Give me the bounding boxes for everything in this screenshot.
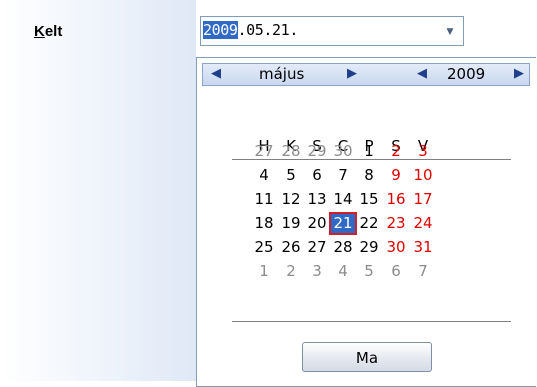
calendar-day[interactable]: 30	[384, 238, 408, 257]
calendar-day[interactable]: 22	[357, 214, 381, 233]
calendar-day[interactable]: 29	[357, 238, 381, 257]
calendar-popup: ◀ május ▶ ◀ 2009 ▶ HKSCPSV 27 28 29 30 1 2 3 4 5…	[196, 57, 536, 387]
calendar-nav-bar: ◀ május ▶ ◀ 2009 ▶	[202, 63, 530, 86]
label-text: elt	[44, 23, 63, 40]
calendar-day[interactable]: 4	[331, 262, 355, 281]
calendar-day[interactable]: 1	[252, 262, 276, 281]
dropdown-arrow-icon[interactable]: ▼	[445, 28, 455, 37]
calendar-day[interactable]: 15	[357, 190, 381, 209]
calendar-day[interactable]: 1	[357, 142, 381, 161]
calendar-day[interactable]: 30	[331, 142, 355, 161]
calendar-day[interactable]: 2	[384, 142, 408, 161]
calendar-day[interactable]: 24	[411, 214, 435, 233]
label-access-key: K	[34, 23, 45, 40]
next-year-icon[interactable]: ▶	[514, 66, 524, 81]
calendar-day[interactable]: 27	[252, 142, 276, 161]
footer-divider	[232, 321, 511, 322]
calendar-day[interactable]: 29	[305, 142, 329, 161]
calendar-day[interactable]: 28	[331, 238, 355, 257]
calendar-day[interactable]: 7	[411, 262, 435, 281]
calendar-day[interactable]: 5	[357, 262, 381, 281]
calendar-day[interactable]: 9	[384, 166, 408, 185]
calendar-day[interactable]: 16	[384, 190, 408, 209]
calendar-day[interactable]: 21	[329, 212, 357, 235]
calendar-day[interactable]: 23	[384, 214, 408, 233]
calendar-day[interactable]: 11	[252, 190, 276, 209]
calendar-day[interactable]: 6	[384, 262, 408, 281]
date-combobox[interactable]: 2009.05.21. ▼	[200, 16, 464, 46]
calendar-day[interactable]: 12	[279, 190, 303, 209]
calendar-day[interactable]: 4	[252, 166, 276, 185]
calendar-day[interactable]: 10	[411, 166, 435, 185]
field-label-kelt: Kelt	[34, 23, 62, 40]
calendar-day[interactable]: 3	[305, 262, 329, 281]
calendar-day[interactable]: 6	[305, 166, 329, 185]
calendar-day[interactable]: 3	[411, 142, 435, 161]
calendar-day[interactable]: 2	[279, 262, 303, 281]
date-rest: .05.21.	[237, 21, 299, 39]
calendar-day[interactable]: 18	[252, 214, 276, 233]
prev-month-icon[interactable]: ◀	[211, 66, 221, 81]
calendar-day[interactable]: 25	[252, 238, 276, 257]
calendar-day[interactable]: 27	[305, 238, 329, 257]
calendar-day[interactable]: 19	[279, 214, 303, 233]
calendar-day[interactable]: 7	[331, 166, 355, 185]
calendar-day[interactable]: 31	[411, 238, 435, 257]
year-label[interactable]: 2009	[447, 65, 485, 83]
calendar-day[interactable]: 26	[279, 238, 303, 257]
today-button[interactable]: Ma	[302, 342, 432, 372]
date-selected-year: 2009	[203, 21, 238, 39]
next-month-icon[interactable]: ▶	[347, 66, 357, 81]
calendar-day[interactable]: 5	[279, 166, 303, 185]
calendar-day[interactable]: 28	[279, 142, 303, 161]
form-label-panel: Kelt	[0, 0, 196, 381]
date-input-text[interactable]: 2009.05.21.	[203, 21, 298, 39]
month-label[interactable]: május	[259, 65, 304, 83]
calendar-day[interactable]: 13	[305, 190, 329, 209]
calendar-day[interactable]: 14	[331, 190, 355, 209]
prev-year-icon[interactable]: ◀	[417, 66, 427, 81]
calendar-day[interactable]: 8	[357, 166, 381, 185]
calendar-day[interactable]: 20	[305, 214, 329, 233]
calendar-day[interactable]: 17	[411, 190, 435, 209]
